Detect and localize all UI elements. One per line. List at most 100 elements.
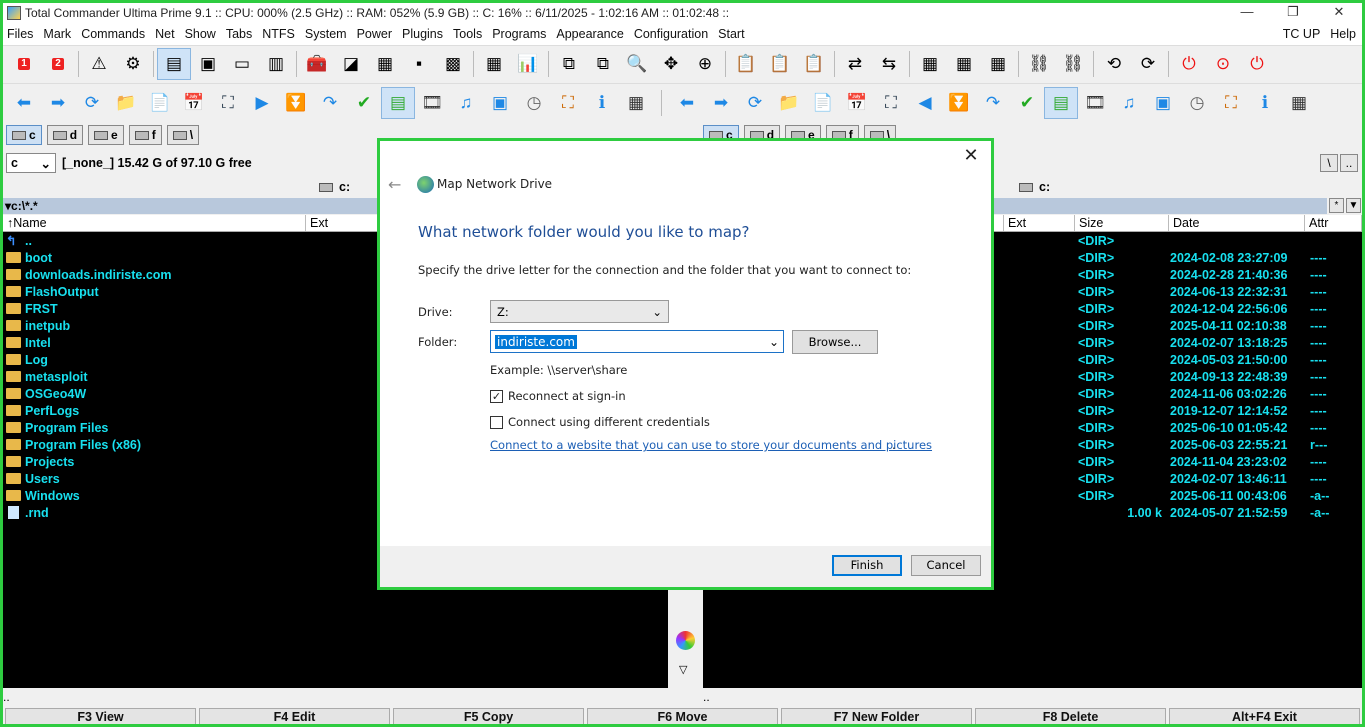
toolbar2_right-button-3[interactable]: 📁 bbox=[772, 87, 806, 119]
col-ext-right[interactable]: Ext bbox=[1004, 215, 1075, 231]
menu-power[interactable]: Power bbox=[353, 23, 398, 45]
menu-net[interactable]: Net bbox=[151, 23, 180, 45]
toolbar2_left-button-7[interactable]: ▶ bbox=[245, 87, 279, 119]
drives_left-2[interactable]: e bbox=[88, 125, 124, 145]
file-detail-row[interactable]: <DIR> 2024-12-04 22:56:06 ---- bbox=[1073, 300, 1362, 317]
toolbar2_left-button-12[interactable]: 🎞 bbox=[415, 87, 449, 119]
toolbar1-button-13[interactable]: ▦ bbox=[477, 48, 511, 80]
toolbar1-button-9[interactable]: ◪ bbox=[334, 48, 368, 80]
reconnect-checkbox[interactable]: ✓ bbox=[490, 389, 503, 403]
file-detail-row[interactable]: <DIR> 2025-04-11 02:10:38 ---- bbox=[1073, 317, 1362, 334]
toolbar1-button-34[interactable]: ⏻ bbox=[1240, 48, 1274, 80]
col-date[interactable]: Date bbox=[1169, 215, 1305, 231]
toolbar1-button-25[interactable]: ▦ bbox=[913, 48, 947, 80]
file-detail-row[interactable]: <DIR> 2024-06-13 22:32:31 ---- bbox=[1073, 283, 1362, 300]
file-detail-row[interactable]: <DIR> 2025-06-11 00:43:06 -a-- bbox=[1073, 487, 1362, 504]
toolbar1-button-17[interactable]: 🔍 bbox=[620, 48, 654, 80]
back-arrow-icon[interactable]: ← bbox=[388, 175, 401, 194]
menu-tools[interactable]: Tools bbox=[449, 23, 488, 45]
toolbar1-button-30[interactable]: ⟲ bbox=[1097, 48, 1131, 80]
file-detail-row[interactable]: <DIR> 2024-02-07 13:46:11 ---- bbox=[1073, 470, 1362, 487]
toolbar1-button-10[interactable]: ▦ bbox=[368, 48, 402, 80]
file-detail-row[interactable]: <DIR> 2024-02-08 23:27:09 ---- bbox=[1073, 249, 1362, 266]
toolbar2_right-button-11[interactable]: ▤ bbox=[1044, 86, 1078, 119]
menu-commands[interactable]: Commands bbox=[77, 23, 151, 45]
f6-move-button[interactable]: F6 Move bbox=[587, 708, 778, 724]
toolbar2_right-button-1[interactable]: ➡ bbox=[704, 87, 738, 119]
folder-input[interactable]: indiriste.com ⌄ bbox=[490, 330, 784, 353]
file-detail-row[interactable]: <DIR> 2024-11-06 03:02:26 ---- bbox=[1073, 385, 1362, 402]
toolbar2_right-button-6[interactable]: ⛶ bbox=[874, 87, 908, 119]
menu-help[interactable]: Help bbox=[1326, 23, 1362, 45]
toolbar1-button-21[interactable]: 📋 bbox=[763, 48, 797, 80]
toolbar2_left-button-18[interactable]: ▦ bbox=[619, 87, 653, 119]
credentials-label[interactable]: Connect using different credentials bbox=[508, 415, 710, 429]
file-detail-row[interactable]: <DIR> 2024-05-03 21:50:00 ---- bbox=[1073, 351, 1362, 368]
file-detail-row[interactable]: <DIR> 2025-06-03 22:55:21 r--- bbox=[1073, 436, 1362, 453]
cancel-button[interactable]: Cancel bbox=[911, 555, 981, 576]
toolbar2_right-button-15[interactable]: ◷ bbox=[1180, 87, 1214, 119]
menu-mark[interactable]: Mark bbox=[39, 23, 77, 45]
toolbar2_right-button-4[interactable]: 📄 bbox=[806, 87, 840, 119]
toolbar2_right-button-7[interactable]: ◀ bbox=[908, 87, 942, 119]
toolbar1-button-27[interactable]: ▦ bbox=[981, 48, 1015, 80]
menu-system[interactable]: System bbox=[301, 23, 353, 45]
credentials-checkbox[interactable] bbox=[490, 415, 503, 429]
drives_left-3[interactable]: f bbox=[128, 125, 162, 145]
alt-f4-exit-button[interactable]: Alt+F4 Exit bbox=[1169, 708, 1360, 724]
maximize-button[interactable]: ❐ bbox=[1270, 3, 1316, 23]
aperture-icon[interactable] bbox=[676, 631, 695, 650]
toolbar1-button-19[interactable]: ⊕ bbox=[688, 48, 722, 80]
toolbar2_left-button-13[interactable]: ♫ bbox=[449, 87, 483, 119]
toolbar2_right-button-8[interactable]: ⏬ bbox=[942, 87, 976, 119]
f3-view-button[interactable]: F3 View bbox=[5, 708, 196, 724]
toolbar2_right-button-14[interactable]: ▣ bbox=[1146, 87, 1180, 119]
root-button[interactable]: \ bbox=[1320, 154, 1338, 172]
f4-edit-button[interactable]: F4 Edit bbox=[199, 708, 390, 724]
chevron-down-icon[interactable]: ⌄ bbox=[769, 335, 779, 349]
drives_left-0[interactable]: c bbox=[6, 125, 42, 145]
toolbar1-button-15[interactable]: ⧉ bbox=[552, 48, 586, 80]
toolbar2_right-button-2[interactable]: ⟳ bbox=[738, 87, 772, 119]
toolbar1-button-20[interactable]: 📋 bbox=[729, 48, 763, 80]
toolbar1-button-4[interactable]: ▤ bbox=[157, 47, 191, 80]
toolbar1-button-0[interactable]: 1 bbox=[7, 48, 41, 80]
toolbar2_left-button-15[interactable]: ◷ bbox=[517, 87, 551, 119]
toolbar2_left-button-2[interactable]: ⟳ bbox=[75, 87, 109, 119]
file-detail-row[interactable]: 1.00 k 2024-05-07 21:52:59 -a-- bbox=[1073, 504, 1362, 521]
toolbar2_left-button-17[interactable]: ℹ bbox=[585, 87, 619, 119]
left-drive-combo[interactable]: c ⌄ bbox=[6, 153, 56, 173]
toolbar2_right-button-5[interactable]: 📅 bbox=[840, 87, 874, 119]
menu-tc-up[interactable]: TC UP bbox=[1279, 23, 1327, 45]
toolbar1-button-3[interactable]: ⚙ bbox=[116, 48, 150, 80]
file-detail-row[interactable]: <DIR> bbox=[1073, 232, 1362, 249]
f8-delete-button[interactable]: F8 Delete bbox=[975, 708, 1166, 724]
parent-button[interactable]: .. bbox=[1340, 154, 1358, 172]
toolbar1-button-11[interactable]: ▪ bbox=[402, 48, 436, 80]
toolbar1-button-29[interactable]: ⛓ bbox=[1056, 48, 1090, 80]
toolbar2_left-button-10[interactable]: ✔ bbox=[347, 87, 381, 119]
col-size[interactable]: Size bbox=[1075, 215, 1169, 231]
toolbar2_right-button-0[interactable]: ⬅ bbox=[670, 87, 704, 119]
toolbar1-button-7[interactable]: ▥ bbox=[259, 48, 293, 80]
toolbar1-button-23[interactable]: ⇄ bbox=[838, 48, 872, 80]
menu-appearance[interactable]: Appearance bbox=[552, 23, 629, 45]
menu-ntfs[interactable]: NTFS bbox=[258, 23, 301, 45]
f5-copy-button[interactable]: F5 Copy bbox=[393, 708, 584, 724]
toolbar2_right-button-12[interactable]: 🎞 bbox=[1078, 87, 1112, 119]
close-window-button[interactable]: ✕ bbox=[1316, 3, 1362, 23]
menu-files[interactable]: Files bbox=[3, 23, 39, 45]
f7-new-folder-button[interactable]: F7 New Folder bbox=[781, 708, 972, 724]
toolbar2_left-button-8[interactable]: ⏬ bbox=[279, 87, 313, 119]
toolbar1-button-33[interactable]: ⊙ bbox=[1206, 48, 1240, 80]
toolbar2_left-button-3[interactable]: 📁 bbox=[109, 87, 143, 119]
history-dropdown-button[interactable]: ▼ bbox=[1346, 198, 1361, 213]
drives_left-4[interactable]: \ bbox=[166, 125, 200, 145]
col-name[interactable]: ↑Name bbox=[3, 215, 306, 231]
toolbar2_left-button-5[interactable]: 📅 bbox=[177, 87, 211, 119]
toolbar2_left-button-11[interactable]: ▤ bbox=[381, 86, 415, 119]
toolbar1-button-8[interactable]: 🧰 bbox=[300, 48, 334, 80]
toolbar2_right-button-17[interactable]: ℹ bbox=[1248, 87, 1282, 119]
toolbar1-button-6[interactable]: ▭ bbox=[225, 48, 259, 80]
toolbar2_left-button-9[interactable]: ↷ bbox=[313, 87, 347, 119]
